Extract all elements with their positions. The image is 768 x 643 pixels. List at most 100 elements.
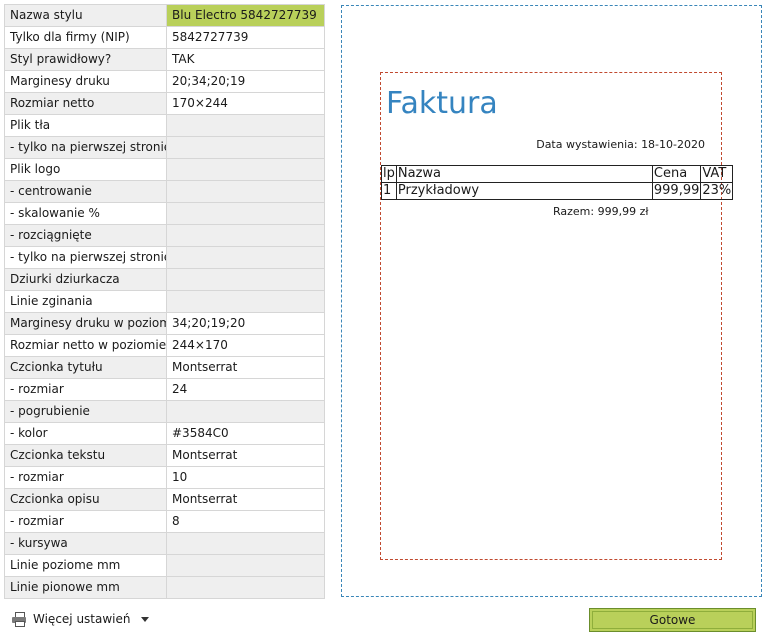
property-name: Styl prawidłowy? <box>4 48 167 71</box>
property-row[interactable]: Rozmiar netto w poziomie 244×170 <box>4 334 325 357</box>
property-value[interactable] <box>166 158 325 181</box>
property-value[interactable] <box>166 246 325 269</box>
property-row[interactable]: Styl prawidłowy? TAK <box>4 48 325 71</box>
property-value[interactable] <box>166 576 325 599</box>
chevron-down-icon <box>140 616 149 622</box>
property-row[interactable]: - pogrubienie <box>4 400 325 423</box>
property-row[interactable]: - rozmiar 10 <box>4 466 325 489</box>
property-name: Marginesy druku w poziomie <box>4 312 167 335</box>
properties-grid-body: Nazwa stylu Blu Electro 5842727739 Tylko d… <box>4 4 325 599</box>
property-name: Linie pionowe mm <box>4 576 167 599</box>
property-value[interactable] <box>166 400 325 423</box>
property-row[interactable]: Linie zginania <box>4 290 325 313</box>
more-settings-label: Więcej ustawień <box>33 612 131 626</box>
property-value[interactable]: Montserrat <box>166 356 325 379</box>
done-button-focus-ring <box>592 611 753 629</box>
cell-cena: 999,99 <box>651 182 702 200</box>
property-row[interactable]: Rozmiar netto 170×244 <box>4 92 325 115</box>
property-value[interactable]: 244×170 <box>166 334 325 357</box>
property-row[interactable]: Marginesy druku 20;34;20;19 <box>4 70 325 93</box>
property-value[interactable] <box>166 268 325 291</box>
property-name: - kolor <box>4 422 167 445</box>
property-name: Czcionka tekstu <box>4 444 167 467</box>
property-value[interactable] <box>166 224 325 247</box>
property-name: Plik tła <box>4 114 167 137</box>
property-row[interactable]: - rozmiar 24 <box>4 378 325 401</box>
cell-vat: 23% <box>700 182 734 200</box>
property-value[interactable] <box>166 554 325 577</box>
property-value[interactable]: Blu Electro 5842727739 <box>166 4 325 27</box>
property-name: Czcionka opisu <box>4 488 167 511</box>
header-lp: lp <box>381 165 397 183</box>
property-row[interactable]: Nazwa stylu Blu Electro 5842727739 <box>4 4 325 27</box>
property-name: - kursywa <box>4 532 167 555</box>
property-name: Rozmiar netto w poziomie <box>4 334 167 357</box>
property-row[interactable]: - tylko na pierwszej stronie <box>4 136 325 159</box>
property-name: Tylko dla firmy (NIP) <box>4 26 167 49</box>
invoice-table-row: 1 Przykładowy 999,99 23% <box>381 182 734 200</box>
cell-nazwa: Przykładowy <box>395 182 653 200</box>
property-name: - pogrubienie <box>4 400 167 423</box>
property-row[interactable]: - kolor #3584C0 <box>4 422 325 445</box>
property-row[interactable]: Czcionka tekstu Montserrat <box>4 444 325 467</box>
property-name: Linie zginania <box>4 290 167 313</box>
property-value[interactable]: TAK <box>166 48 325 71</box>
property-row[interactable]: Tylko dla firmy (NIP) 5842727739 <box>4 26 325 49</box>
property-value[interactable]: 34;20;19;20 <box>166 312 325 335</box>
property-name: Rozmiar netto <box>4 92 167 115</box>
property-value[interactable]: 5842727739 <box>166 26 325 49</box>
property-name: - rozciągnięte <box>4 224 167 247</box>
property-value[interactable] <box>166 202 325 225</box>
property-name: Czcionka tytułu <box>4 356 167 379</box>
property-value[interactable] <box>166 136 325 159</box>
property-value[interactable]: 24 <box>166 378 325 401</box>
invoice-date: Data wystawienia: 18-10-2020 <box>536 138 705 151</box>
property-value[interactable]: #3584C0 <box>166 422 325 445</box>
property-name: - rozmiar <box>4 466 167 489</box>
property-value[interactable]: 8 <box>166 510 325 533</box>
property-row[interactable]: - kursywa <box>4 532 325 555</box>
property-name: - rozmiar <box>4 510 167 533</box>
property-row[interactable]: Czcionka tytułu Montserrat <box>4 356 325 379</box>
property-row[interactable]: - tylko na pierwszej stronie <box>4 246 325 269</box>
printer-icon <box>12 612 27 627</box>
property-row[interactable]: - centrowanie <box>4 180 325 203</box>
property-row[interactable]: Linie pionowe mm <box>4 576 325 599</box>
property-name: - centrowanie <box>4 180 167 203</box>
property-row[interactable]: - skalowanie % <box>4 202 325 225</box>
property-name: Dziurki dziurkacza <box>4 268 167 291</box>
property-row[interactable]: Plik logo <box>4 158 325 181</box>
property-value[interactable]: 20;34;20;19 <box>166 70 325 93</box>
done-button[interactable]: Gotowe <box>589 608 756 632</box>
property-value[interactable]: Montserrat <box>166 488 325 511</box>
property-row[interactable]: - rozciągnięte <box>4 224 325 247</box>
property-name: Linie poziome mm <box>4 554 167 577</box>
property-name: Plik logo <box>4 158 167 181</box>
header-vat: VAT <box>700 165 734 183</box>
property-name: - tylko na pierwszej stronie <box>4 246 167 269</box>
property-row[interactable]: Marginesy druku w poziomie 34;20;19;20 <box>4 312 325 335</box>
property-value[interactable] <box>166 180 325 203</box>
invoice-title: Faktura <box>386 86 498 121</box>
property-value[interactable] <box>166 114 325 137</box>
property-value[interactable] <box>166 290 325 313</box>
property-name: - rozmiar <box>4 378 167 401</box>
property-row[interactable]: Plik tła <box>4 114 325 137</box>
invoice-total: Razem: 999,99 zł <box>553 205 649 218</box>
header-nazwa: Nazwa <box>395 165 653 183</box>
property-value[interactable]: 170×244 <box>166 92 325 115</box>
property-row[interactable]: Dziurki dziurkacza <box>4 268 325 291</box>
property-row[interactable]: - rozmiar 8 <box>4 510 325 533</box>
property-name: - skalowanie % <box>4 202 167 225</box>
cell-lp: 1 <box>381 182 397 200</box>
property-row[interactable]: Linie poziome mm <box>4 554 325 577</box>
property-value[interactable]: 10 <box>166 466 325 489</box>
header-cena: Cena <box>651 165 702 183</box>
property-value[interactable] <box>166 532 325 555</box>
property-name: - tylko na pierwszej stronie <box>4 136 167 159</box>
property-name: Nazwa stylu <box>4 4 167 27</box>
property-row[interactable]: Czcionka opisu Montserrat <box>4 488 325 511</box>
more-settings-button[interactable]: Więcej ustawień <box>12 609 149 629</box>
property-name: Marginesy druku <box>4 70 167 93</box>
property-value[interactable]: Montserrat <box>166 444 325 467</box>
